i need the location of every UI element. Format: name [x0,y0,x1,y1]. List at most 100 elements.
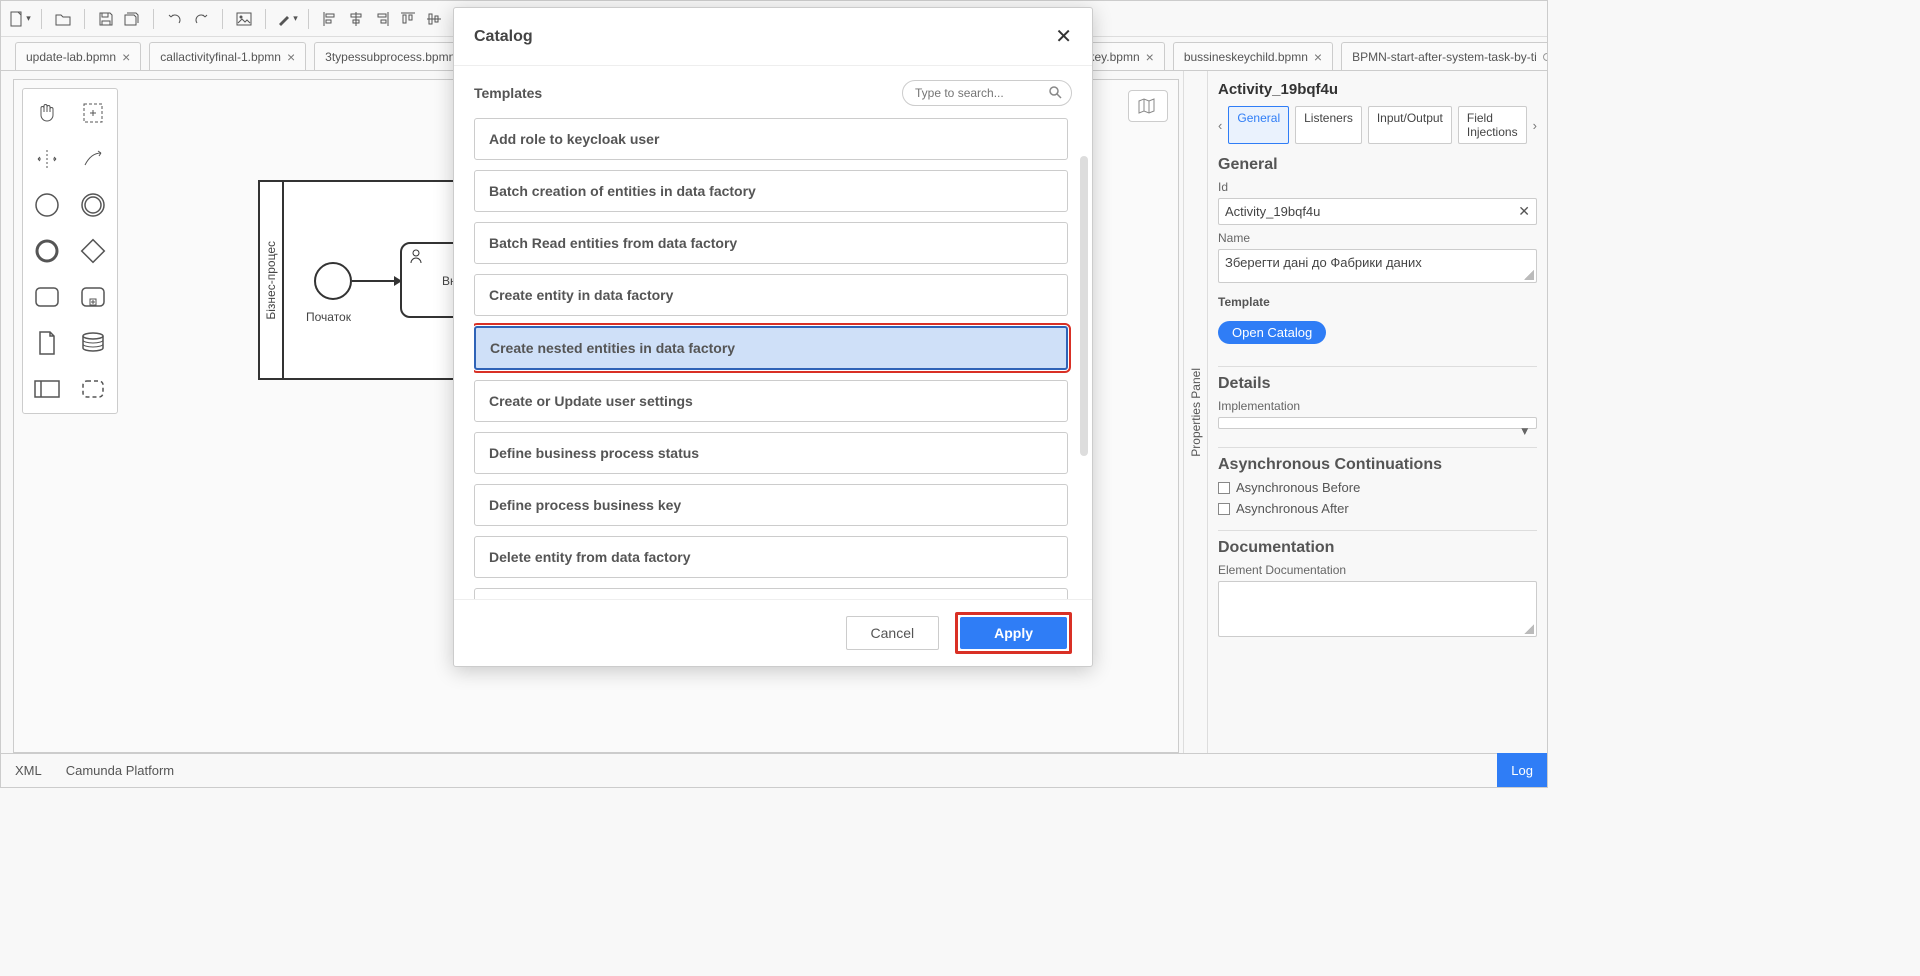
property-tab[interactable]: Field Injections [1458,106,1527,144]
file-tab[interactable]: update-lab.bpmn × [15,42,141,70]
template-item[interactable]: Create entity in data factory [474,274,1068,316]
modal-close-button[interactable]: ✕ [1055,24,1072,49]
data-object-tool[interactable] [29,325,65,361]
catalog-modal: Catalog ✕ Templates Add role to keycloak… [453,7,1093,667]
template-item[interactable]: Create nested entities in data factory [474,326,1068,370]
section-documentation: Documentation [1218,539,1537,557]
async-after-row[interactable]: Asynchronous After [1218,501,1537,516]
tab-label: BPMN-start-after-system-task-by-ti [1352,50,1537,64]
user-icon [408,248,424,264]
template-item[interactable]: Define process business key [474,484,1068,526]
status-platform[interactable]: Camunda Platform [66,763,174,778]
open-button[interactable] [50,6,76,32]
id-input[interactable]: Activity_19bqf4u✕ [1218,198,1537,225]
property-tab[interactable]: Listeners [1295,106,1362,144]
element-title: Activity_19bqf4u [1218,75,1537,106]
tab-label: update-lab.bpmn [26,50,116,64]
property-tab[interactable]: General [1228,106,1289,144]
intermediate-event-tool[interactable] [75,187,111,223]
checkbox-icon [1218,503,1230,515]
id-label: Id [1218,180,1537,194]
doc-textarea[interactable] [1218,581,1537,637]
pool-tool[interactable] [29,371,65,407]
implementation-label: Implementation [1218,399,1537,413]
start-event-tool[interactable] [29,187,65,223]
close-icon[interactable]: × [122,50,130,64]
data-store-tool[interactable] [75,325,111,361]
space-tool[interactable] [29,141,65,177]
file-tab[interactable]: BPMN-start-after-system-task-by-ti [1341,42,1547,70]
template-item[interactable]: Create or Update user settings [474,380,1068,422]
modal-title: Catalog [474,28,533,46]
cancel-button[interactable]: Cancel [846,616,940,650]
property-tab[interactable]: Input/Output [1368,106,1452,144]
properties-panel-toggle[interactable]: Properties Panel [1183,71,1207,753]
start-event-label: Початок [306,310,351,324]
open-catalog-button[interactable]: Open Catalog [1218,321,1326,344]
save-all-button[interactable] [119,6,145,32]
element-palette [22,88,118,414]
section-general: General [1218,156,1537,174]
save-button[interactable] [93,6,119,32]
name-label: Name [1218,231,1537,245]
section-async: Asynchronous Continuations [1218,456,1537,474]
template-item[interactable]: Batch creation of entities in data facto… [474,170,1068,212]
pool-label: Бізнес-процес [264,241,278,320]
color-picker-button[interactable]: ▾ [274,6,300,32]
section-details: Details [1218,375,1537,393]
tab-label: 3typessubprocess.bpmn [325,50,455,64]
close-icon[interactable]: × [1314,50,1322,64]
async-before-row[interactable]: Asynchronous Before [1218,480,1537,495]
template-list: Add role to keycloak user Batch creation … [474,118,1072,599]
checkbox-icon [1218,482,1230,494]
gateway-tool[interactable] [75,233,111,269]
minimap-toggle[interactable] [1128,90,1168,122]
undo-button[interactable] [162,6,188,32]
log-button[interactable]: Log [1497,753,1547,787]
align-center-button[interactable] [343,6,369,32]
tab-label: callactivityfinal-1.bpmn [160,50,281,64]
template-search-input[interactable] [902,80,1072,106]
unsaved-dot-icon [1543,53,1547,61]
tabs-prev[interactable]: ‹ [1218,118,1222,133]
status-bar: XML Camunda Platform [1,753,1547,787]
template-item[interactable]: Add role to keycloak user [474,118,1068,160]
clear-id-icon[interactable]: ✕ [1518,203,1530,220]
export-image-button[interactable] [231,6,257,32]
template-item[interactable]: Define business process status [474,432,1068,474]
group-tool[interactable] [75,371,111,407]
hand-tool[interactable] [29,95,65,131]
status-xml[interactable]: XML [15,763,42,778]
close-icon[interactable]: × [287,50,295,64]
align-middle-button[interactable] [421,6,447,32]
start-event[interactable] [314,262,352,300]
redo-button[interactable] [188,6,214,32]
template-item[interactable]: Digital signature by DSO service [474,588,1068,599]
align-top-button[interactable] [395,6,421,32]
apply-button[interactable]: Apply [960,617,1067,649]
align-left-button[interactable] [317,6,343,32]
sequence-flow[interactable] [352,280,400,282]
properties-panel: Activity_19bqf4u ‹ GeneralListenersInput… [1207,71,1547,753]
file-tab[interactable]: bussineskeychild.bpmn × [1173,42,1333,70]
doc-label: Element Documentation [1218,563,1537,577]
end-event-tool[interactable] [29,233,65,269]
new-file-button[interactable]: ▾ [7,6,33,32]
template-item[interactable]: Batch Read entities from data factory [474,222,1068,264]
templates-heading: Templates [474,85,542,101]
file-tab[interactable]: callactivityfinal-1.bpmn × [149,42,306,70]
align-right-button[interactable] [369,6,395,32]
template-item[interactable]: Delete entity from data factory [474,536,1068,578]
implementation-select[interactable]: ▾ [1218,417,1537,429]
lasso-tool[interactable] [75,95,111,131]
subprocess-tool[interactable] [75,279,111,315]
close-icon[interactable]: × [1146,50,1154,64]
tabs-next[interactable]: › [1533,118,1537,133]
task-tool[interactable] [29,279,65,315]
tab-label: bussineskeychild.bpmn [1184,50,1308,64]
name-input[interactable]: Зберегти дані до Фабрики даних [1218,249,1537,283]
connect-tool[interactable] [75,141,111,177]
scrollbar[interactable] [1080,156,1088,456]
search-icon [1049,86,1062,99]
template-label: Template [1218,295,1537,309]
